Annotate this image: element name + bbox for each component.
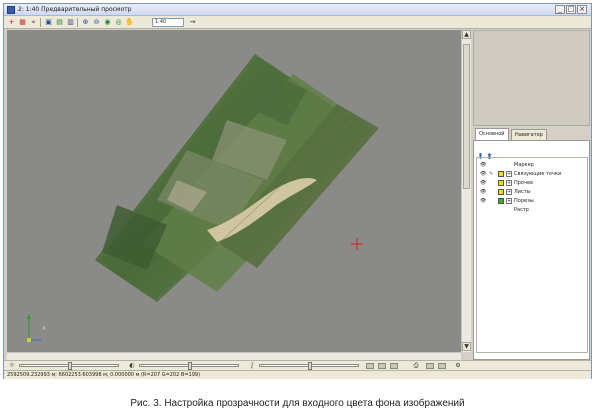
layer-row[interactable]: 👁 Маркер	[480, 161, 586, 169]
view-mode-button[interactable]	[438, 363, 446, 369]
layer-row[interactable]: 👁 + Прочее	[480, 179, 586, 187]
panel-tabs: Основной Навигатор	[473, 128, 590, 140]
grid-icon[interactable]: ▦	[18, 18, 27, 27]
color-swatch[interactable]	[498, 198, 504, 204]
tab-main[interactable]: Основной	[475, 128, 509, 140]
scale-input[interactable]: 1:40	[152, 18, 184, 27]
scroll-up-button[interactable]: ▲	[462, 30, 471, 39]
layers-panel: ⬇ ⬆ 👁 Маркер 👁 ✎ + Связующие точки 👁 + П…	[473, 140, 590, 360]
zoom-in-icon[interactable]: ⊕	[81, 18, 90, 27]
expand-icon[interactable]: +	[506, 171, 512, 177]
scroll-down-button[interactable]: ▼	[462, 342, 471, 351]
zoom-fit-icon[interactable]: ◉	[103, 18, 112, 27]
brightness-icon: ☼	[9, 362, 15, 369]
visibility-icon[interactable]: 👁	[480, 170, 487, 178]
hand-icon[interactable]: ✋	[125, 18, 134, 27]
visibility-icon[interactable]: 👁	[480, 161, 487, 169]
axes-indicator	[27, 314, 41, 342]
map-viewport[interactable]: X	[7, 30, 461, 352]
arrow-right-icon[interactable]: →	[188, 18, 197, 27]
preview-window: 2: 1:40 Предварительный просмотр _ □ × +…	[3, 3, 592, 379]
minimize-button[interactable]: _	[555, 5, 565, 14]
visibility-icon[interactable]: 👁	[480, 179, 487, 187]
color-swatch[interactable]	[498, 180, 504, 186]
edit-icon[interactable]: ✎	[489, 170, 496, 178]
vertical-scrollbar[interactable]: ▲ ▼	[461, 30, 471, 352]
zoom-area-icon[interactable]: ◎	[114, 18, 123, 27]
view-mode-button[interactable]	[378, 363, 386, 369]
layer-row[interactable]: 👁 + Листы	[480, 188, 586, 196]
save-icon[interactable]: ▣	[44, 18, 53, 27]
slider-knob[interactable]	[188, 362, 192, 370]
color-swatch[interactable]	[498, 171, 504, 177]
view-mode-button[interactable]	[366, 363, 374, 369]
zoom-out-icon[interactable]: ⊖	[92, 18, 101, 27]
window-title: 2: 1:40 Предварительный просмотр	[18, 6, 132, 13]
slider-knob[interactable]	[68, 362, 72, 370]
toolbar: + ▦ ⌖ ▣ ▤ ▥ ⊕ ⊖ ◉ ◎ ✋ 1:40 →	[4, 16, 591, 29]
layer-tree: 👁 Маркер 👁 ✎ + Связующие точки 👁 + Проче…	[476, 157, 588, 353]
brightness-slider[interactable]	[19, 362, 119, 370]
tab-navigator[interactable]: Навигатор	[511, 129, 547, 140]
settings-icon[interactable]: ⚙	[454, 362, 462, 370]
layer-row[interactable]: Растр	[480, 206, 586, 214]
print-icon[interactable]: ⎙	[412, 362, 420, 370]
expand-icon[interactable]: +	[506, 198, 512, 204]
slider-knob[interactable]	[308, 362, 312, 370]
marker-add-icon[interactable]: +	[7, 18, 16, 27]
layer-name: Маркер	[514, 162, 534, 168]
layer-row[interactable]: 👁 ✎ + Связующие точки	[480, 170, 586, 178]
right-panel: Основной Навигатор ⬇ ⬆ 👁 Маркер 👁 ✎ + Свя…	[473, 30, 590, 360]
coordinates-readout: 2592509.232993 м; 6602253.603998 м; 0.00…	[7, 372, 201, 378]
image-strip-group	[95, 54, 379, 302]
gamma-icon: ∫	[250, 362, 254, 369]
status-bar: 2592509.232993 м; 6602253.603998 м; 0.00…	[4, 370, 591, 379]
expand-icon[interactable]: +	[506, 180, 512, 186]
horizontal-scrollbar[interactable]	[7, 352, 461, 360]
layer-row[interactable]: 👁 + Порезы	[480, 197, 586, 205]
contrast-slider[interactable]	[139, 362, 239, 370]
crosshair-marker[interactable]	[351, 238, 363, 250]
adjustment-bar: ☼ ◐ ∫ ⎙ ⚙	[4, 360, 591, 370]
axes-label: X	[42, 326, 46, 332]
layers-icon[interactable]: ▤	[55, 18, 64, 27]
layer-name: Растр	[514, 207, 529, 213]
visibility-icon[interactable]: 👁	[480, 188, 487, 196]
marker-tool-icon[interactable]: ⌖	[29, 18, 38, 27]
orthophoto-mosaic: X	[27, 54, 379, 342]
color-swatch[interactable]	[498, 189, 504, 195]
view-mode-button[interactable]	[390, 363, 398, 369]
gamma-slider[interactable]	[259, 362, 359, 370]
layer-name: Порезы	[514, 198, 534, 204]
layer-order-buttons: ⬇ ⬆	[477, 144, 495, 161]
app-icon	[7, 6, 15, 14]
figure-caption: Рис. 3. Настройка прозрачности для входн…	[130, 398, 465, 409]
close-button[interactable]: ×	[577, 5, 587, 14]
title-bar: 2: 1:40 Предварительный просмотр _ □ ×	[4, 4, 591, 16]
view-mode-button[interactable]	[426, 363, 434, 369]
layer-name: Прочее	[514, 180, 534, 186]
panel-empty-area	[473, 30, 590, 126]
maximize-button[interactable]: □	[566, 5, 576, 14]
contrast-icon: ◐	[129, 362, 135, 369]
scroll-thumb[interactable]	[463, 44, 470, 189]
image-icon[interactable]: ▥	[66, 18, 75, 27]
visibility-icon[interactable]: 👁	[480, 197, 487, 205]
expand-icon[interactable]: +	[506, 189, 512, 195]
layer-name: Связующие точки	[514, 171, 562, 177]
layer-name: Листы	[514, 189, 531, 195]
